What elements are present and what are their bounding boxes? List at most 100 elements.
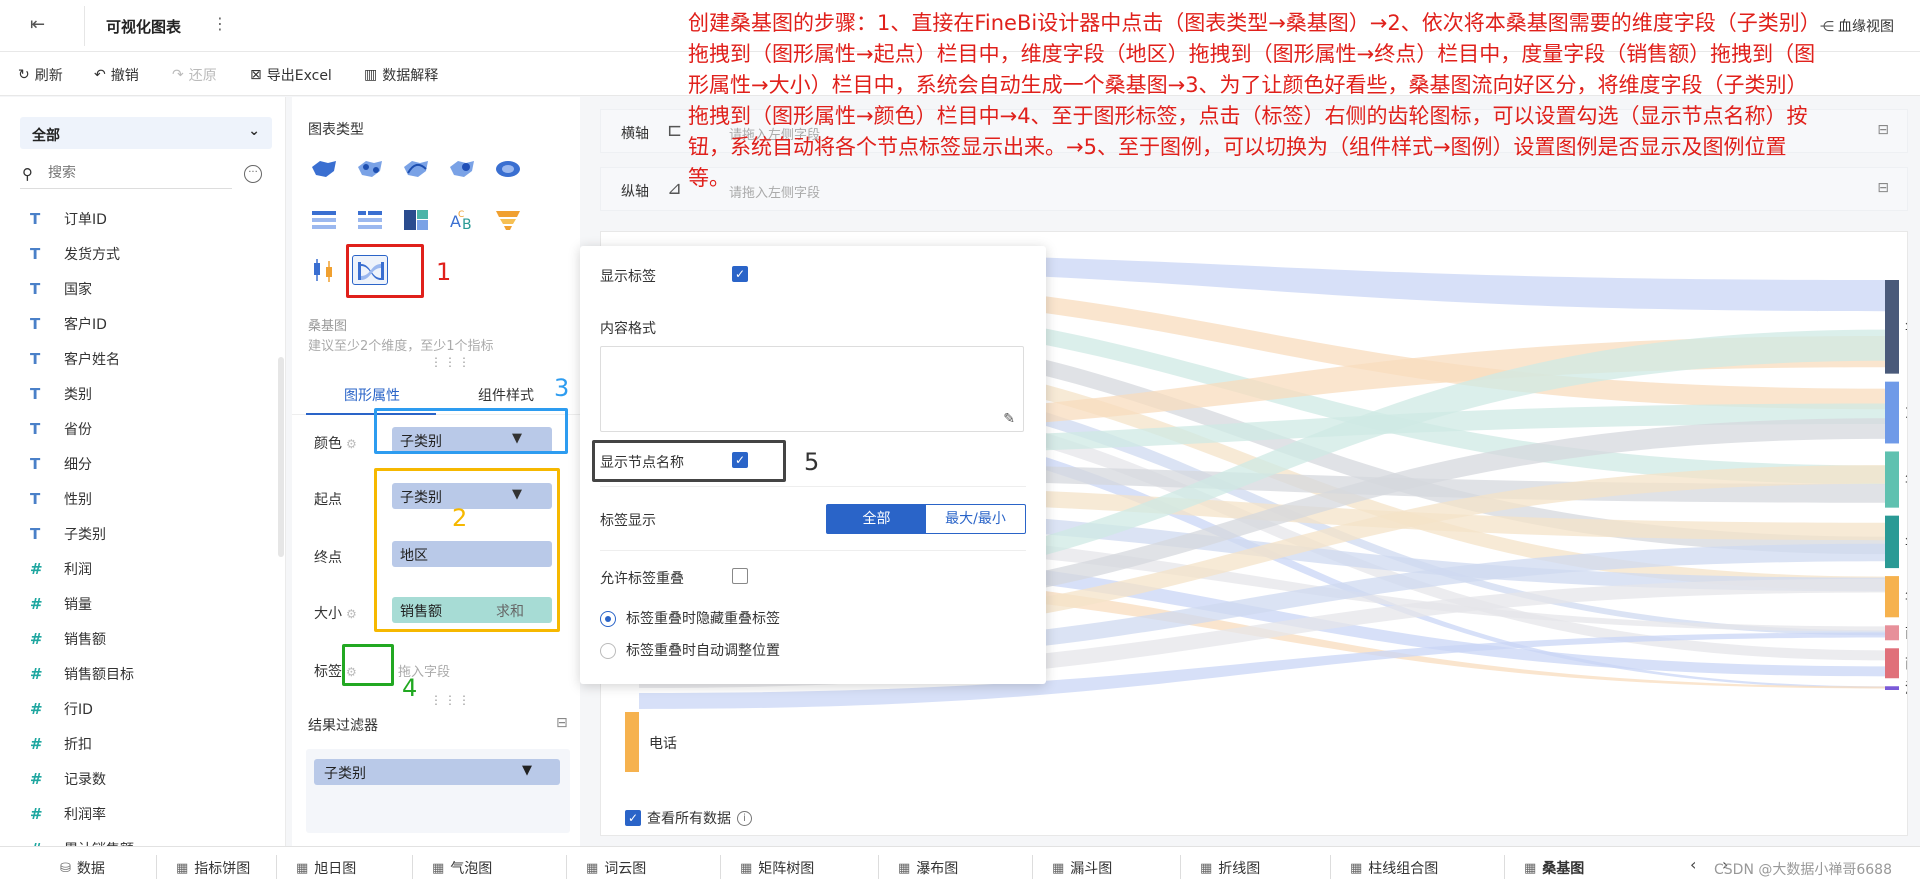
field-item[interactable]: T 客户姓名 bbox=[30, 341, 134, 376]
field-name: 发货方式 bbox=[64, 246, 120, 263]
data-explain-button[interactable]: ▥ 数据解释 bbox=[364, 65, 438, 85]
treemap-icon[interactable] bbox=[398, 205, 434, 235]
dataset-select[interactable]: 全部 ⌄ bbox=[20, 117, 272, 149]
back-icon[interactable]: ⇤ bbox=[30, 14, 52, 36]
undo-button[interactable]: ↶ 撤销 bbox=[94, 65, 139, 85]
lock-icon[interactable]: ⊟ bbox=[1877, 180, 1889, 196]
export-excel-button[interactable]: ⊠ 导出Excel bbox=[250, 65, 332, 85]
field-item[interactable]: # 销售额 bbox=[30, 621, 134, 656]
area-map-icon[interactable] bbox=[490, 155, 526, 185]
show-label-checkbox[interactable]: ✓ bbox=[732, 266, 748, 282]
sheet-tab[interactable]: ▦ 折线图 bbox=[1200, 858, 1260, 878]
sheet-tab[interactable]: ▦ 瀑布图 bbox=[898, 858, 958, 878]
tab-component-style[interactable]: 组件样式 bbox=[478, 385, 534, 405]
field-item[interactable]: # 销售额目标 bbox=[30, 656, 134, 691]
chevron-left-icon[interactable]: ‹ bbox=[1690, 855, 1696, 874]
view-all-data[interactable]: ✓ 查看所有数据 i bbox=[625, 808, 752, 828]
sheet-tab[interactable]: ▦ 柱线组合图 bbox=[1350, 858, 1438, 878]
funnel-icon[interactable] bbox=[490, 205, 526, 235]
sheet-tab[interactable]: ▦ 旭日图 bbox=[296, 858, 356, 878]
gear-icon[interactable]: ⚙ bbox=[346, 607, 357, 621]
field-item[interactable]: # 销量 bbox=[30, 586, 134, 621]
field-name: 折扣 bbox=[64, 736, 92, 753]
more-options-icon[interactable]: ··· bbox=[244, 165, 262, 183]
divider bbox=[600, 486, 1026, 487]
lock-icon[interactable]: ⊟ bbox=[556, 715, 568, 731]
scrollbar[interactable] bbox=[278, 357, 284, 557]
field-item[interactable]: # 利润 bbox=[30, 551, 134, 586]
sheet-tab[interactable]: ▦ 指标饼图 bbox=[176, 858, 250, 878]
bloodline-view-button[interactable]: ⋲ 血缘视图 bbox=[1820, 16, 1894, 36]
field-item[interactable]: T 细分 bbox=[30, 446, 134, 481]
page-title: 可视化图表 bbox=[106, 18, 182, 36]
point-map-icon[interactable] bbox=[352, 155, 388, 185]
drag-handle-icon[interactable]: ⋮⋮⋮ bbox=[430, 693, 472, 707]
field-item[interactable]: # 折扣 bbox=[30, 726, 134, 761]
sheet-tab[interactable]: ▦ 漏斗图 bbox=[1052, 858, 1112, 878]
result-filter-header: 结果过滤器 bbox=[308, 718, 378, 734]
dimension-type-icon: T bbox=[30, 489, 41, 508]
field-item[interactable]: T 子类别 bbox=[30, 516, 134, 551]
field-name: 销量 bbox=[64, 596, 92, 613]
dimension-type-icon: T bbox=[30, 244, 41, 263]
dimension-type-icon: T bbox=[30, 384, 41, 403]
redo-button[interactable]: ↷ 还原 bbox=[172, 65, 217, 85]
chart-icon: ▦ bbox=[296, 860, 309, 876]
lock-icon[interactable]: ⊟ bbox=[1877, 122, 1889, 138]
heat-map-icon[interactable] bbox=[444, 155, 480, 185]
allow-overlap-checkbox[interactable] bbox=[732, 568, 748, 584]
chart-icon: ▦ bbox=[1524, 860, 1537, 876]
sheet-tab[interactable]: ⛁ 数据 bbox=[60, 858, 105, 878]
radio-adjust-label: 标签重叠时自动调整位置 bbox=[626, 643, 780, 659]
sheet-tab[interactable]: ▦ 桑基图 bbox=[1524, 858, 1584, 878]
field-item[interactable]: # 记录数 bbox=[30, 761, 134, 796]
field-item[interactable]: T 省份 bbox=[30, 411, 134, 446]
radio-unselected-icon[interactable] bbox=[600, 643, 616, 659]
field-item[interactable]: T 性别 bbox=[30, 481, 134, 516]
refresh-button[interactable]: ↻ 刷新 bbox=[18, 65, 63, 85]
radio-selected-icon[interactable] bbox=[600, 611, 616, 627]
field-item[interactable]: T 发货方式 bbox=[30, 236, 134, 271]
word-cloud-icon[interactable]: ABC bbox=[444, 205, 480, 235]
sheet-tab[interactable]: ▦ 气泡图 bbox=[432, 858, 492, 878]
checkbox-checked-icon[interactable]: ✓ bbox=[625, 810, 641, 826]
sheet-tab[interactable]: ▦ 词云图 bbox=[586, 858, 646, 878]
detail-table-icon[interactable] bbox=[352, 205, 388, 235]
gear-icon[interactable]: ⚙ bbox=[346, 437, 357, 451]
x-axis-label: 横轴 bbox=[621, 126, 649, 142]
edit-icon[interactable]: ✎ bbox=[1003, 411, 1015, 427]
radio-hide-option[interactable]: 标签重叠时隐藏重叠标签 bbox=[600, 608, 780, 628]
color-label: 颜色 ⚙ bbox=[314, 436, 357, 452]
search-input[interactable] bbox=[48, 165, 218, 181]
box-plot-icon[interactable] bbox=[306, 255, 342, 285]
cross-table-icon[interactable] bbox=[306, 205, 342, 235]
content-format-editor[interactable]: ✎ bbox=[600, 346, 1024, 432]
sheet-tab[interactable]: ▦ 矩阵树图 bbox=[740, 858, 814, 878]
svg-text:C: C bbox=[458, 210, 464, 220]
field-item[interactable]: T 订单ID bbox=[30, 201, 134, 236]
bloodline-label: 血缘视图 bbox=[1838, 19, 1894, 35]
info-icon[interactable]: i bbox=[737, 810, 752, 826]
seg-max-min[interactable]: 最大/最小 bbox=[926, 505, 1025, 533]
tab-divider bbox=[156, 855, 157, 879]
end-label: 终点 bbox=[314, 550, 342, 566]
field-name: 销售额 bbox=[64, 631, 106, 648]
field-item[interactable]: # 行ID bbox=[30, 691, 134, 726]
filter-field-pill[interactable]: 子类别 ▼ bbox=[314, 759, 560, 785]
field-item[interactable]: T 国家 bbox=[30, 271, 134, 306]
radio-adjust-option[interactable]: 标签重叠时自动调整位置 bbox=[600, 640, 780, 660]
field-item[interactable]: T 类别 bbox=[30, 376, 134, 411]
field-item[interactable]: T 客户ID bbox=[30, 306, 134, 341]
field-item[interactable]: # 利润率 bbox=[30, 796, 134, 831]
sankey-target-label: 西北 bbox=[1905, 626, 1907, 642]
region-map-icon[interactable] bbox=[306, 155, 342, 185]
annotation-box-1 bbox=[346, 244, 424, 298]
drag-handle-icon[interactable]: ⋮⋮⋮ bbox=[430, 355, 472, 369]
more-icon[interactable]: ⋮ bbox=[212, 14, 228, 33]
flow-map-icon[interactable] bbox=[398, 155, 434, 185]
sheet-tab-label: 数据 bbox=[76, 861, 105, 877]
filter-icon[interactable]: ▼ bbox=[522, 763, 532, 778]
seg-all[interactable]: 全部 bbox=[827, 505, 926, 533]
tab-shape-properties[interactable]: 图形属性 bbox=[344, 385, 400, 405]
annotation-box-3 bbox=[374, 408, 568, 454]
